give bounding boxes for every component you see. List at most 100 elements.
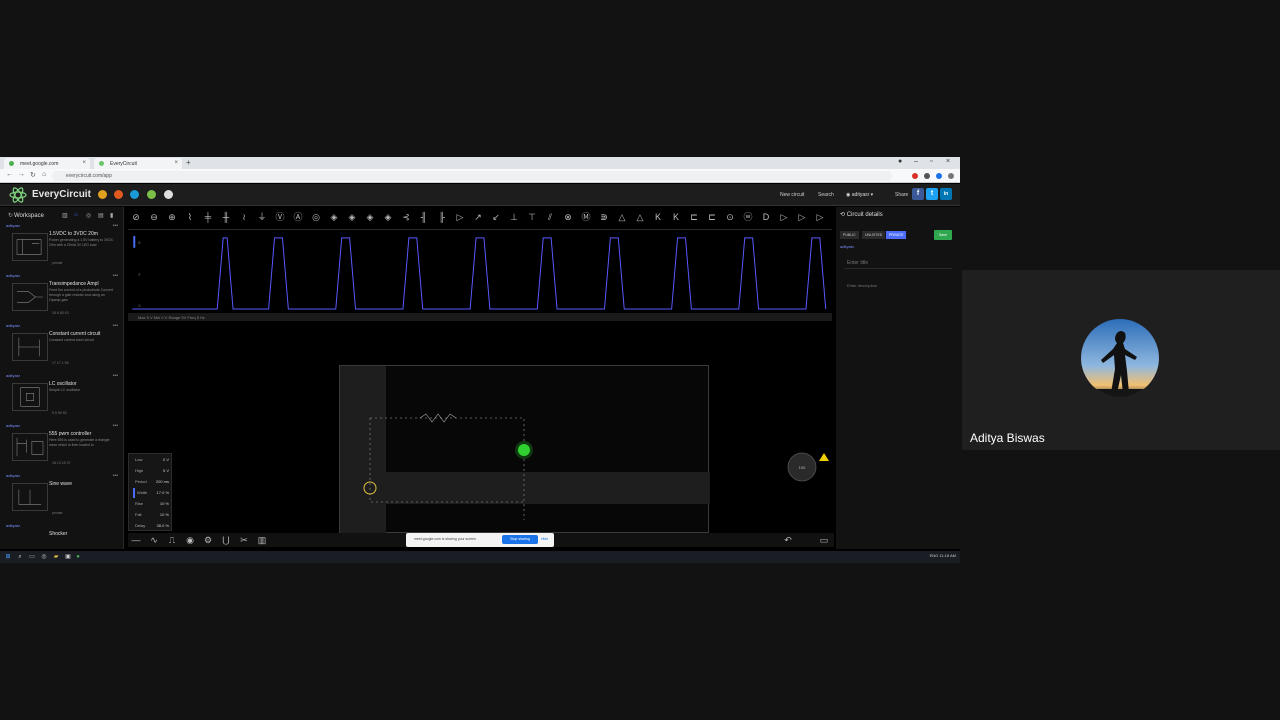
wire-icon[interactable]: ↙	[490, 211, 502, 223]
cut-icon[interactable]: ✂	[238, 534, 250, 546]
param-period[interactable]: Period 200 ms	[133, 477, 171, 487]
inductor-icon[interactable]: ≀	[238, 211, 250, 223]
more-icon[interactable]: •••	[113, 273, 118, 279]
participant-tile[interactable]: Aditya Biswas	[962, 270, 1280, 450]
capacitor-pol-icon[interactable]: ╫	[220, 211, 232, 223]
current-source-icon[interactable]: ⊕	[166, 211, 178, 223]
nmos-icon[interactable]: ⊥	[508, 211, 520, 223]
chrome-taskbar-icon[interactable]: ◎	[40, 553, 48, 561]
sine-waveform-icon[interactable]: ∿	[148, 534, 160, 546]
list-item[interactable]: adityasr ••• LC oscillator Simple LC osc…	[4, 373, 120, 423]
extension-icon[interactable]	[936, 173, 942, 179]
magnet-icon[interactable]: ⋃	[220, 534, 232, 546]
description-field[interactable]	[844, 279, 952, 291]
triac-icon[interactable]: K	[670, 211, 682, 223]
list-item[interactable]: adityasr ••• Constant current circuit Co…	[4, 323, 120, 373]
bridge-icon[interactable]: ◈	[382, 211, 394, 223]
clock-icon[interactable]: ⓦ	[742, 211, 754, 223]
voltmeter-icon[interactable]: Ⓥ	[274, 211, 286, 223]
list-item[interactable]: adityasr Shocker	[4, 523, 120, 549]
capacitor-icon[interactable]: ╪	[202, 211, 214, 223]
zener-icon[interactable]: ◈	[364, 211, 376, 223]
tab-meet[interactable]: meet.google.com ×	[4, 158, 90, 169]
firefox-icon[interactable]	[114, 190, 123, 199]
more-components-icon[interactable]: ▷	[814, 211, 826, 223]
chrome-icon[interactable]	[98, 190, 107, 199]
scr-icon[interactable]: K	[652, 211, 664, 223]
buffer-gate-icon[interactable]: ▷	[778, 211, 790, 223]
close-icon[interactable]: ×	[174, 160, 178, 166]
settings-icon[interactable]: ⚙	[202, 534, 214, 546]
task-view-icon[interactable]: ▭	[28, 553, 36, 561]
list-item[interactable]: adityasr ••• 1.5VDC to 3VDC 20m Power ge…	[4, 223, 120, 273]
library-icon[interactable]: ▥	[62, 212, 68, 219]
speaker-icon[interactable]: ⋑	[598, 211, 610, 223]
list-item[interactable]: adityasr ••• Sine wave private	[4, 473, 120, 523]
list-item[interactable]: adityasr ••• Transimpedance Ampl Feed th…	[4, 273, 120, 323]
more-icon[interactable]: •••	[113, 473, 118, 479]
extension-icon[interactable]	[912, 173, 918, 179]
param-rise[interactable]: Rise 10 %	[133, 499, 171, 509]
home-icon[interactable]: ⌂	[74, 212, 78, 218]
search-icon[interactable]: ⌕	[16, 553, 24, 561]
delete-icon[interactable]: ▥	[256, 534, 268, 546]
reload-icon[interactable]: ↻	[30, 171, 36, 179]
param-width[interactable]: Width 17.0 %	[133, 488, 171, 498]
circuit-canvas[interactable]: 100	[128, 323, 832, 534]
window-close-icon[interactable]: ×	[946, 158, 950, 165]
dc-waveform-icon[interactable]: —	[130, 534, 142, 546]
lamp-icon[interactable]: ⊗	[562, 211, 574, 223]
refresh-icon[interactable]: ↻	[8, 212, 13, 219]
more-icon[interactable]: •••	[113, 373, 118, 379]
timer-icon[interactable]: ⊙	[724, 211, 736, 223]
hide-button[interactable]: Hide	[541, 537, 548, 541]
profile-icon[interactable]: ●	[898, 158, 902, 165]
param-low[interactable]: Low 0 V	[133, 455, 171, 465]
oscilloscope-display[interactable]: 5 2 0	[128, 229, 832, 311]
param-fall[interactable]: Fall 10 %	[133, 510, 171, 520]
list-item[interactable]: adityasr ••• 555 pwm controller Here 555…	[4, 423, 120, 473]
forward-icon[interactable]: →	[18, 171, 25, 178]
public-toggle[interactable]: PUBLIC	[840, 231, 859, 239]
and-gate-icon[interactable]: D	[760, 211, 772, 223]
close-icon[interactable]: ×	[82, 160, 86, 166]
eye-icon[interactable]: ◉	[184, 534, 196, 546]
minimize-icon[interactable]: –	[914, 158, 918, 165]
folder-icon[interactable]: ▤	[98, 212, 104, 219]
windows-start-icon[interactable]: ⊞	[4, 553, 12, 561]
url-field[interactable]: everycircuit.com/app	[52, 171, 892, 181]
android-icon[interactable]	[147, 190, 156, 199]
spdt-icon[interactable]: ⊏	[706, 211, 718, 223]
back-icon[interactable]: ←	[6, 171, 13, 178]
relay-icon[interactable]: ╟	[436, 211, 448, 223]
source-icon[interactable]: ⊖	[148, 211, 160, 223]
more-icon[interactable]: •••	[113, 423, 118, 429]
title-field[interactable]	[844, 257, 952, 269]
triangle-icon[interactable]: △	[634, 211, 646, 223]
diode-icon[interactable]: ◈	[328, 211, 340, 223]
globe-icon[interactable]: ◎	[86, 212, 91, 219]
warning-icon[interactable]	[819, 453, 829, 461]
home-icon[interactable]: ⌂	[42, 171, 46, 178]
circuit-board[interactable]	[339, 365, 710, 534]
user-menu[interactable]: ◉ adityasr ▾	[846, 192, 873, 198]
not-gate-icon[interactable]: ▷	[796, 211, 808, 223]
battery-icon[interactable]: ⏚	[256, 211, 268, 223]
param-high[interactable]: High 5 V	[133, 466, 171, 476]
resistor-icon[interactable]: ⌇	[184, 211, 196, 223]
transistor-icon[interactable]: ⊰	[400, 211, 412, 223]
twitter-icon[interactable]: t	[926, 188, 938, 200]
tab-everycircuit[interactable]: EveryCircuit ×	[94, 158, 182, 169]
fullscreen-icon[interactable]: ▭	[818, 534, 830, 546]
workspace-label[interactable]: Workspace	[14, 213, 44, 219]
param-delay[interactable]: Delay 38.0 %	[133, 521, 171, 531]
save-button[interactable]: Save	[934, 230, 952, 240]
circuit-details-header[interactable]: ⟲ Circuit details	[840, 211, 883, 218]
stop-sharing-button[interactable]: Stop sharing	[502, 535, 538, 544]
more-icon[interactable]: •••	[113, 323, 118, 329]
potentiometer-icon[interactable]: ⫽	[544, 211, 556, 223]
chrome-active-icon[interactable]: ●	[74, 553, 82, 561]
ammeter-icon[interactable]: Ⓐ	[292, 211, 304, 223]
switch-icon[interactable]: ╢	[418, 211, 430, 223]
ac-source-icon[interactable]: ◎	[310, 211, 322, 223]
